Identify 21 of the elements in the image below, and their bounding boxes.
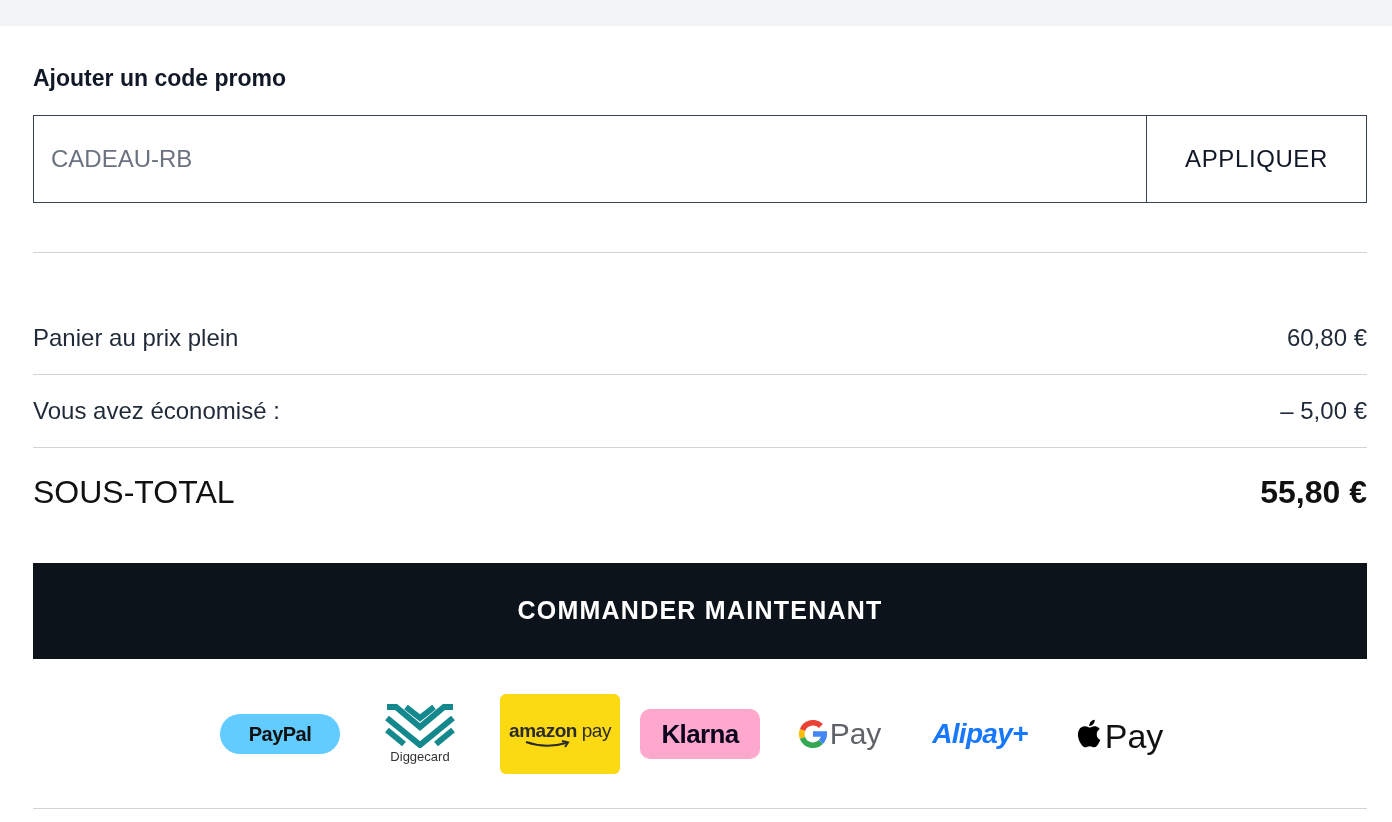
logo-text: Alipay+ <box>932 718 1028 750</box>
payment-logo: PayPal <box>220 714 340 754</box>
payment-logo: Klarna <box>640 709 760 759</box>
logo-text: Pay <box>1104 716 1164 756</box>
logo-text: Diggecard <box>390 748 450 765</box>
logo-text: Pay <box>829 717 882 751</box>
apply-button[interactable]: APPLIQUER <box>1146 115 1367 203</box>
subtotal-amount: 55,80 € <box>1260 472 1367 512</box>
summary-amount: 60,80 € <box>1286 322 1367 353</box>
g-letter-icon <box>798 720 827 748</box>
promo-code-input[interactable]: CADEAU-RB <box>33 115 1146 203</box>
smile-arrow-icon <box>524 740 572 748</box>
logo-text: amazon pay <box>509 720 611 742</box>
section-heading: Ajouter un code promo <box>33 64 287 93</box>
checkout-button[interactable]: COMMANDER MAINTENANT <box>33 563 1367 659</box>
summary-label: Panier au prix plein <box>33 322 239 353</box>
summary-label: Vous avez économisé : <box>33 396 280 426</box>
apple-icon <box>1076 719 1103 749</box>
summary-amount: – 5,00 € <box>1280 396 1367 426</box>
chevron-stripes-icon <box>384 703 456 748</box>
subtotal-label: SOUS-TOTAL <box>33 472 235 512</box>
